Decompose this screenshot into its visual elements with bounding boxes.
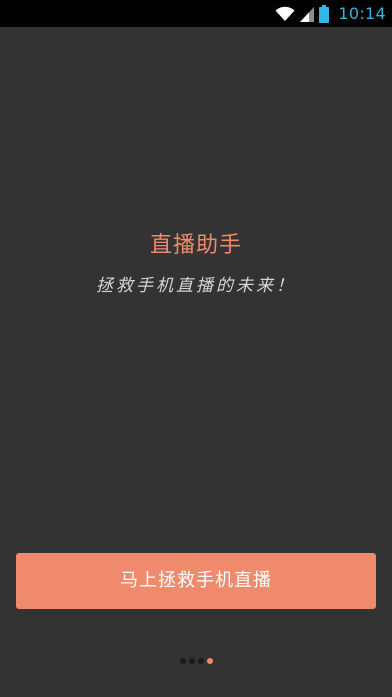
- signal-icon: [300, 6, 315, 22]
- start-rescue-button[interactable]: 马上拯救手机直播: [16, 553, 376, 609]
- wifi-icon: [275, 6, 295, 21]
- page-dot: [179, 658, 186, 664]
- page-dot: [188, 658, 195, 664]
- page-dot: [197, 658, 204, 664]
- status-time: 10:14: [338, 4, 386, 23]
- status-icons: 10:14: [275, 0, 386, 27]
- intro-title: 直播助手: [149, 233, 242, 258]
- status-bar: 10:14: [0, 0, 392, 27]
- battery-icon: [319, 4, 330, 23]
- page-indicator: [0, 656, 392, 666]
- onboarding-screen: 10:14 直播助手 拯救手机直播的未来！ 马上拯救手机直播: [0, 0, 392, 697]
- page-dot: [206, 658, 213, 664]
- intro-subtitle: 拯救手机直播的未来！: [96, 276, 296, 296]
